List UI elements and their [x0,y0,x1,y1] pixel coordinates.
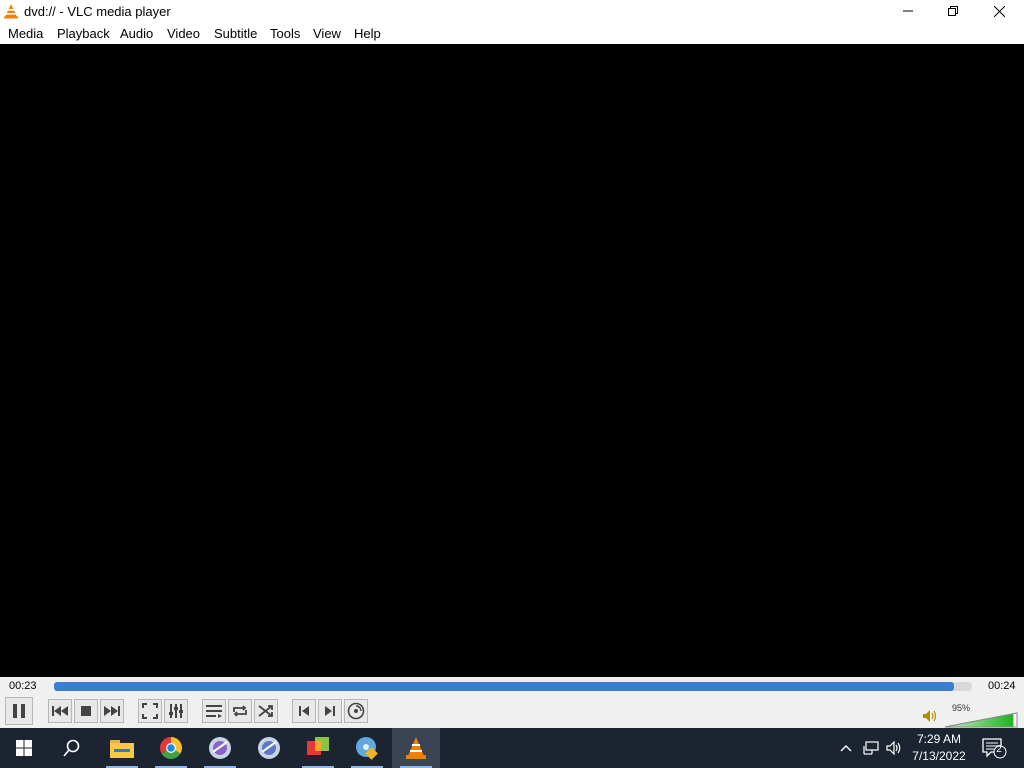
loop-button[interactable] [228,699,252,723]
previous-frame-button[interactable] [292,699,316,723]
previous-icon [52,706,68,716]
next-frame-icon [325,706,335,716]
taskbar-vlc[interactable] [392,728,440,768]
taskbar-file-explorer[interactable] [98,728,146,768]
menu-playback[interactable]: Playback [57,26,110,41]
dvd-menu-icon [347,702,365,720]
speaker-button[interactable] [884,728,906,768]
start-button[interactable] [0,728,48,768]
playlist-button[interactable] [202,699,226,723]
search-button[interactable] [48,728,96,768]
playback-controls: 00:23 00:24 95% [0,677,1024,728]
show-hidden-icons-button[interactable] [836,728,856,768]
start-icon [16,740,32,756]
fullscreen-icon [142,703,158,719]
fullscreen-button[interactable] [138,699,162,723]
shuffle-icon [258,705,273,717]
restore-icon [948,6,958,16]
previous-button[interactable] [48,699,72,723]
app-icon [258,737,280,759]
file-explorer-icon [110,740,134,758]
total-time: 00:24 [988,680,1016,692]
playlist-icon [206,705,222,718]
next-frame-button[interactable] [318,699,342,723]
system-clock[interactable]: 7:29 AM 7/13/2022 [906,731,972,765]
clock-date: 7/13/2022 [912,749,966,763]
app-icon [356,737,378,760]
network-button[interactable] [860,728,882,768]
dvd-menu-button[interactable] [344,699,368,723]
seek-progress [54,682,954,691]
taskbar-chrome[interactable] [147,728,195,768]
menu-view[interactable]: View [313,26,341,41]
volume-icon[interactable] [922,709,938,723]
menu-tools[interactable]: Tools [270,26,300,41]
chrome-icon [160,737,182,759]
taskbar-app[interactable] [245,728,293,768]
extended-settings-icon [169,704,183,718]
minimize-button[interactable] [885,0,931,22]
minimize-icon [903,10,913,12]
chevron-up-icon [840,745,852,752]
extended-settings-button[interactable] [164,699,188,723]
taskbar-app[interactable] [343,728,391,768]
taskbar-app[interactable] [294,728,342,768]
clock-time: 7:29 AM [916,732,962,746]
pause-button[interactable] [5,697,33,725]
window-title: dvd:// - VLC media player [24,4,171,19]
title-bar: dvd:// - VLC media player [0,0,1024,22]
app-icon [307,737,329,755]
shuffle-button[interactable] [254,699,278,723]
menu-video[interactable]: Video [167,26,200,41]
restore-button[interactable] [930,0,976,22]
volume-slider[interactable] [944,712,1018,728]
taskbar: 7:29 AM 7/13/2022 2 [0,728,1024,768]
speaker-icon [886,741,901,755]
next-icon [104,706,120,716]
menu-audio[interactable]: Audio [120,26,153,41]
close-button[interactable] [976,0,1022,22]
seek-slider[interactable] [54,682,972,691]
notification-count: 2 [996,744,1002,755]
vlc-icon [4,4,18,19]
search-icon [63,739,80,757]
menu-help[interactable]: Help [354,26,381,41]
pause-icon [13,704,25,718]
video-area[interactable] [0,44,1024,677]
vlc-icon [406,737,426,759]
taskbar-app[interactable] [196,728,244,768]
next-button[interactable] [100,699,124,723]
previous-frame-icon [299,706,309,716]
network-icon [863,741,879,755]
menu-media[interactable]: Media [8,26,43,41]
action-center-button[interactable]: 2 [980,728,1008,768]
stop-icon [81,706,91,716]
app-icon [209,737,231,759]
close-icon [993,5,1005,17]
menu-bar: Media Playback Audio Video Subtitle Tool… [0,22,1024,44]
menu-subtitle[interactable]: Subtitle [214,26,257,41]
stop-button[interactable] [74,699,98,723]
elapsed-time: 00:23 [9,680,37,692]
loop-icon [233,705,247,717]
